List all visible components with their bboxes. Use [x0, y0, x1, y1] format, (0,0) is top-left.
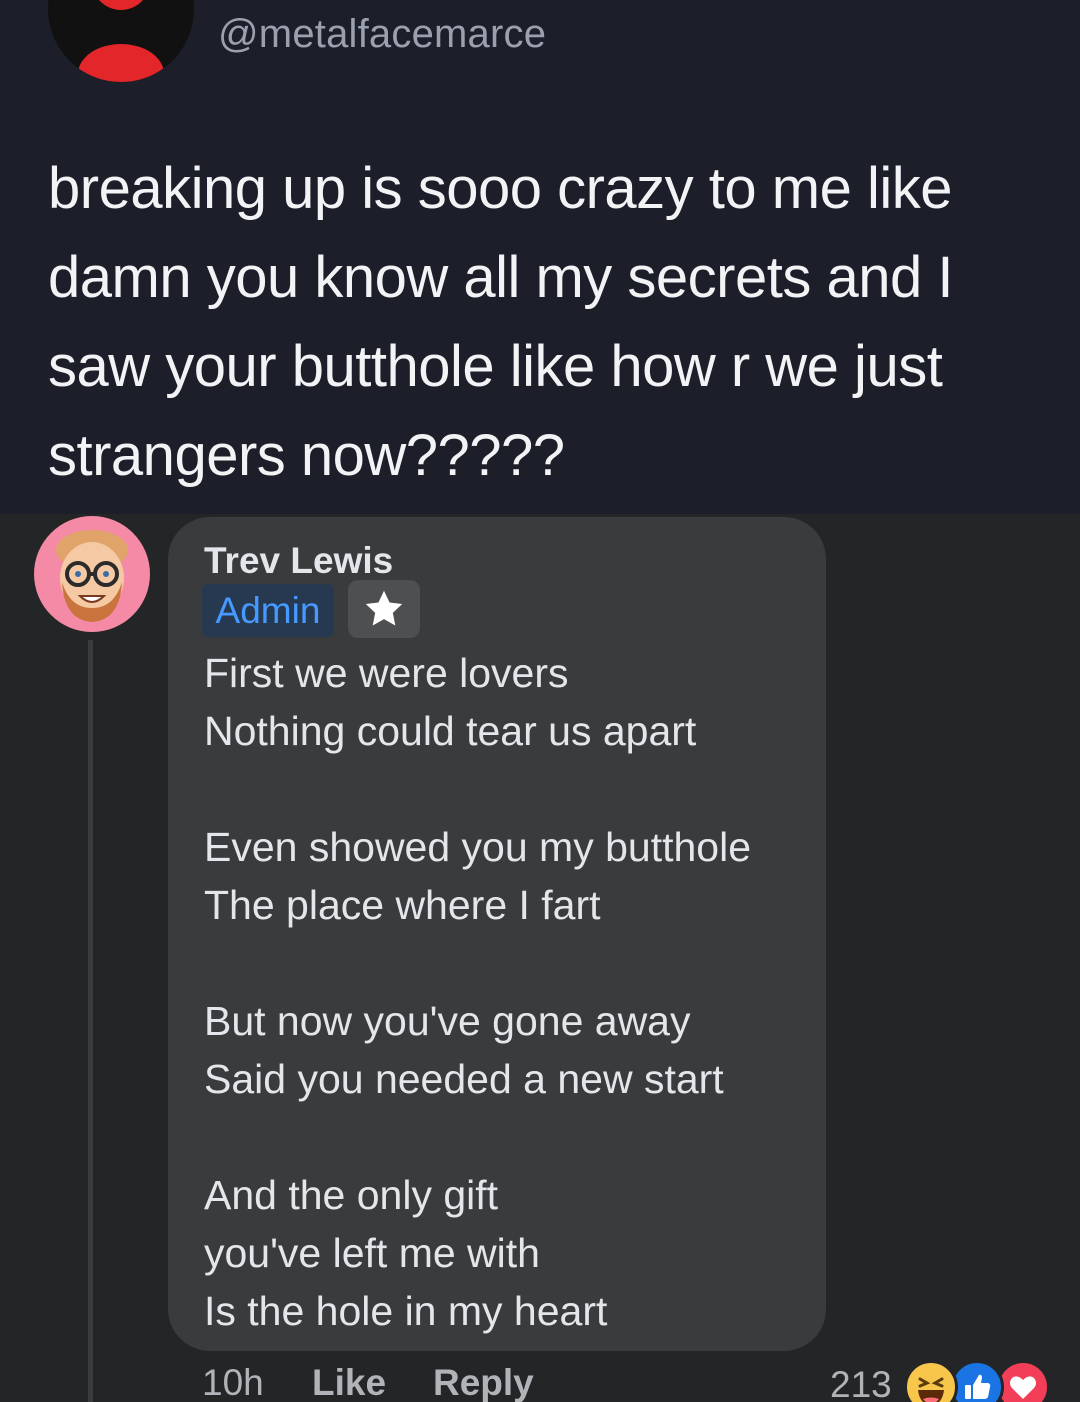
tweet-line: saw your butthole like how r we just — [48, 334, 943, 399]
tweet-avatar[interactable] — [48, 0, 194, 82]
like-icon — [950, 1360, 1004, 1402]
tweet-card: @metalfacemarce breaking up is sooo craz… — [0, 0, 1080, 514]
comment-timestamp[interactable]: 10h — [202, 1362, 264, 1402]
poem-line: But now you've gone away — [204, 998, 691, 1044]
poem-line: Is the hole in my heart — [204, 1288, 608, 1334]
tweet-line: damn you know all my secrets and I — [48, 245, 953, 310]
love-icon — [996, 1360, 1050, 1402]
poem-line: First we were lovers — [204, 650, 569, 696]
screenshot: @metalfacemarce breaking up is sooo craz… — [0, 0, 1080, 1402]
like-button[interactable]: Like — [312, 1362, 386, 1402]
haha-icon — [904, 1360, 958, 1402]
avatar-logo-bottom — [78, 44, 164, 82]
tweet-line: breaking up is sooo crazy to me like — [48, 156, 953, 221]
tweet-text: breaking up is sooo crazy to me like dam… — [48, 144, 1048, 500]
poem-line: you've left me with — [204, 1230, 540, 1276]
comment-author[interactable]: Trev Lewis — [204, 540, 393, 582]
avatar-logo-top — [92, 0, 150, 10]
tweet-line: strangers now????? — [48, 423, 565, 488]
thread-line — [88, 640, 93, 1402]
poem-line: Even showed you my butthole — [204, 824, 751, 870]
poem-line: The place where I fart — [204, 882, 601, 928]
reaction-count[interactable]: 213 — [830, 1364, 892, 1402]
poem-line: Said you needed a new start — [204, 1056, 724, 1102]
star-icon — [365, 590, 403, 626]
poem-line: Nothing could tear us apart — [204, 708, 697, 754]
reply-button[interactable]: Reply — [433, 1362, 534, 1402]
admin-badge: Admin — [202, 584, 334, 637]
memoji-icon — [56, 530, 128, 622]
commenter-avatar[interactable] — [34, 516, 150, 632]
comment-actions: 10h Like Reply — [202, 1362, 534, 1402]
top-fan-badge[interactable] — [348, 580, 420, 638]
reaction-summary[interactable] — [904, 1360, 1054, 1402]
poem-line: And the only gift — [204, 1172, 499, 1218]
comment-text: First we were lovers Nothing could tear … — [204, 644, 824, 1340]
tweet-handle[interactable]: @metalfacemarce — [218, 12, 546, 57]
